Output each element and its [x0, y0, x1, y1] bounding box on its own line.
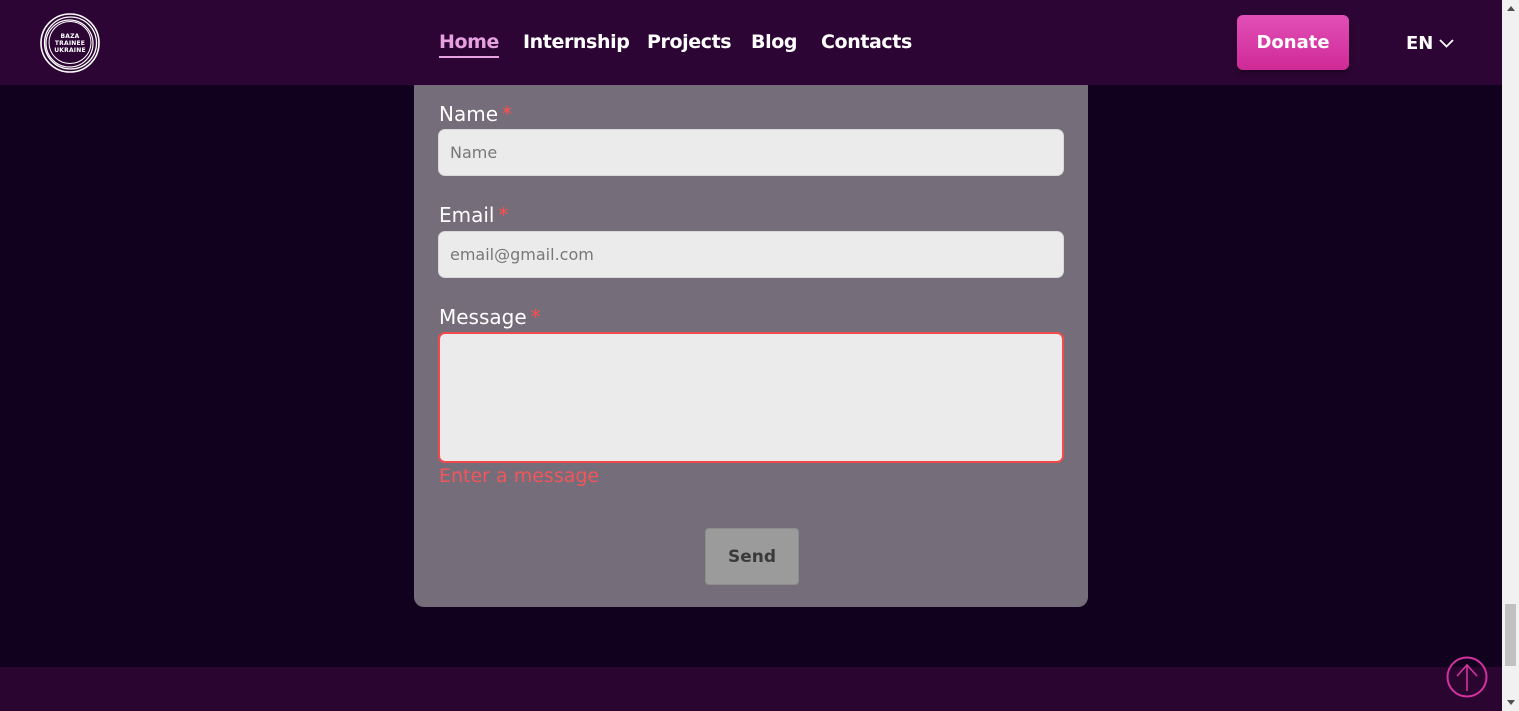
scroll-down-arrow-icon[interactable]	[1502, 694, 1519, 711]
nav-home[interactable]: Home	[439, 29, 499, 58]
logo-line-2: TRAINEE	[54, 39, 86, 47]
scroll-up-arrow-icon[interactable]	[1502, 0, 1519, 17]
nav-contacts[interactable]: Contacts	[821, 29, 912, 55]
logo-line-1: BAZA	[60, 32, 80, 40]
email-input[interactable]	[438, 231, 1064, 278]
name-label: Name *	[439, 102, 513, 126]
nav-blog[interactable]: Blog	[751, 29, 797, 55]
scroll-to-top-button[interactable]	[1446, 656, 1488, 698]
language-selector[interactable]: EN	[1406, 30, 1455, 56]
footer	[0, 667, 1502, 711]
contact-form: Name* Email* Message* Enter a message Se…	[414, 85, 1088, 607]
send-button[interactable]: Send	[705, 528, 799, 585]
scrollbar-thumb[interactable]	[1505, 604, 1516, 666]
nav-internship[interactable]: Internship	[523, 29, 630, 55]
language-code: EN	[1406, 32, 1434, 54]
site-header: BAZA TRAINEE UKRAINE Home Internship Pro…	[0, 0, 1502, 85]
message-textarea[interactable]	[438, 332, 1064, 463]
chevron-down-icon	[1439, 38, 1455, 48]
logo-line-3: UKRAINE	[54, 46, 86, 54]
required-mark: *	[498, 203, 509, 227]
message-error: Enter a message	[439, 465, 600, 487]
required-mark: *	[502, 102, 513, 126]
page-scrollbar[interactable]	[1502, 0, 1519, 711]
logo[interactable]: BAZA TRAINEE UKRAINE	[40, 13, 100, 73]
required-mark: *	[530, 305, 541, 329]
arrow-up-circle-icon	[1446, 656, 1488, 698]
nav-projects[interactable]: Projects	[647, 29, 732, 55]
message-label: Message *	[439, 305, 541, 329]
name-input[interactable]	[438, 129, 1064, 176]
email-label: Email *	[439, 203, 509, 227]
donate-button[interactable]: Donate	[1237, 15, 1349, 70]
